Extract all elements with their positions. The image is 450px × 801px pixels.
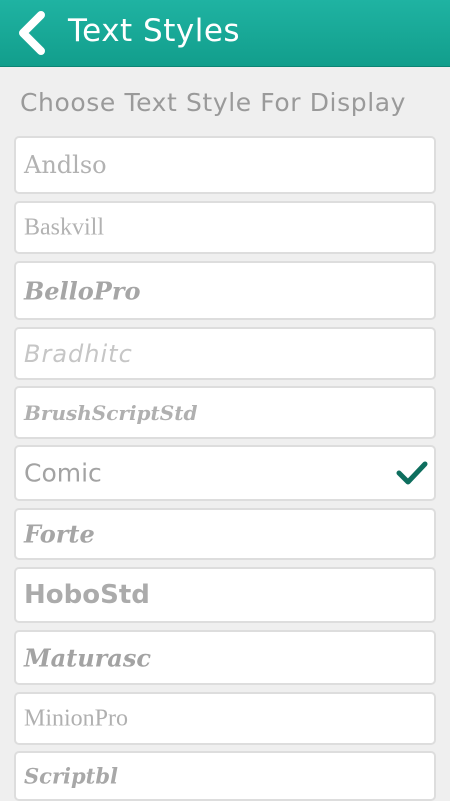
text-style-item-bellopro[interactable]: BelloPro — [14, 261, 436, 320]
text-style-label: MinionPro — [24, 705, 129, 731]
text-style-label: Scriptbl — [24, 763, 119, 789]
text-style-item-minionpro[interactable]: MinionPro — [14, 692, 436, 745]
text-style-item-maturasc[interactable]: Maturasc — [14, 630, 436, 685]
text-style-label: HoboStd — [24, 580, 150, 610]
text-style-label: Baskvill — [24, 214, 105, 240]
text-style-item-forte[interactable]: Forte — [14, 508, 436, 560]
text-style-label: Bradhitc — [24, 339, 133, 368]
text-style-label: Maturasc — [24, 643, 151, 672]
text-style-item-andlso[interactable]: Andlso — [14, 136, 436, 194]
back-button[interactable] — [8, 6, 56, 60]
text-style-label: Andlso — [24, 151, 107, 179]
section-heading: Choose Text Style For Display — [20, 88, 407, 117]
text-style-label: Comic — [24, 458, 102, 488]
text-style-label: Forte — [24, 519, 95, 549]
text-style-item-brushscriptstd[interactable]: BrushScriptStd — [14, 386, 436, 439]
text-style-item-scriptbl[interactable]: Scriptbl — [14, 751, 436, 801]
text-style-item-bradhitc[interactable]: Bradhitc — [14, 327, 436, 380]
page-title: Text Styles — [68, 13, 241, 49]
text-style-item-hobostd[interactable]: HoboStd — [14, 567, 436, 623]
checkmark-icon — [396, 461, 428, 485]
chevron-left-icon — [19, 11, 45, 55]
app-header: Text Styles — [0, 0, 450, 67]
text-style-label: BelloPro — [24, 276, 141, 305]
text-style-label: BrushScriptStd — [24, 400, 198, 425]
text-style-item-baskvill[interactable]: Baskvill — [14, 201, 436, 254]
text-style-item-comic[interactable]: Comic — [14, 445, 436, 501]
